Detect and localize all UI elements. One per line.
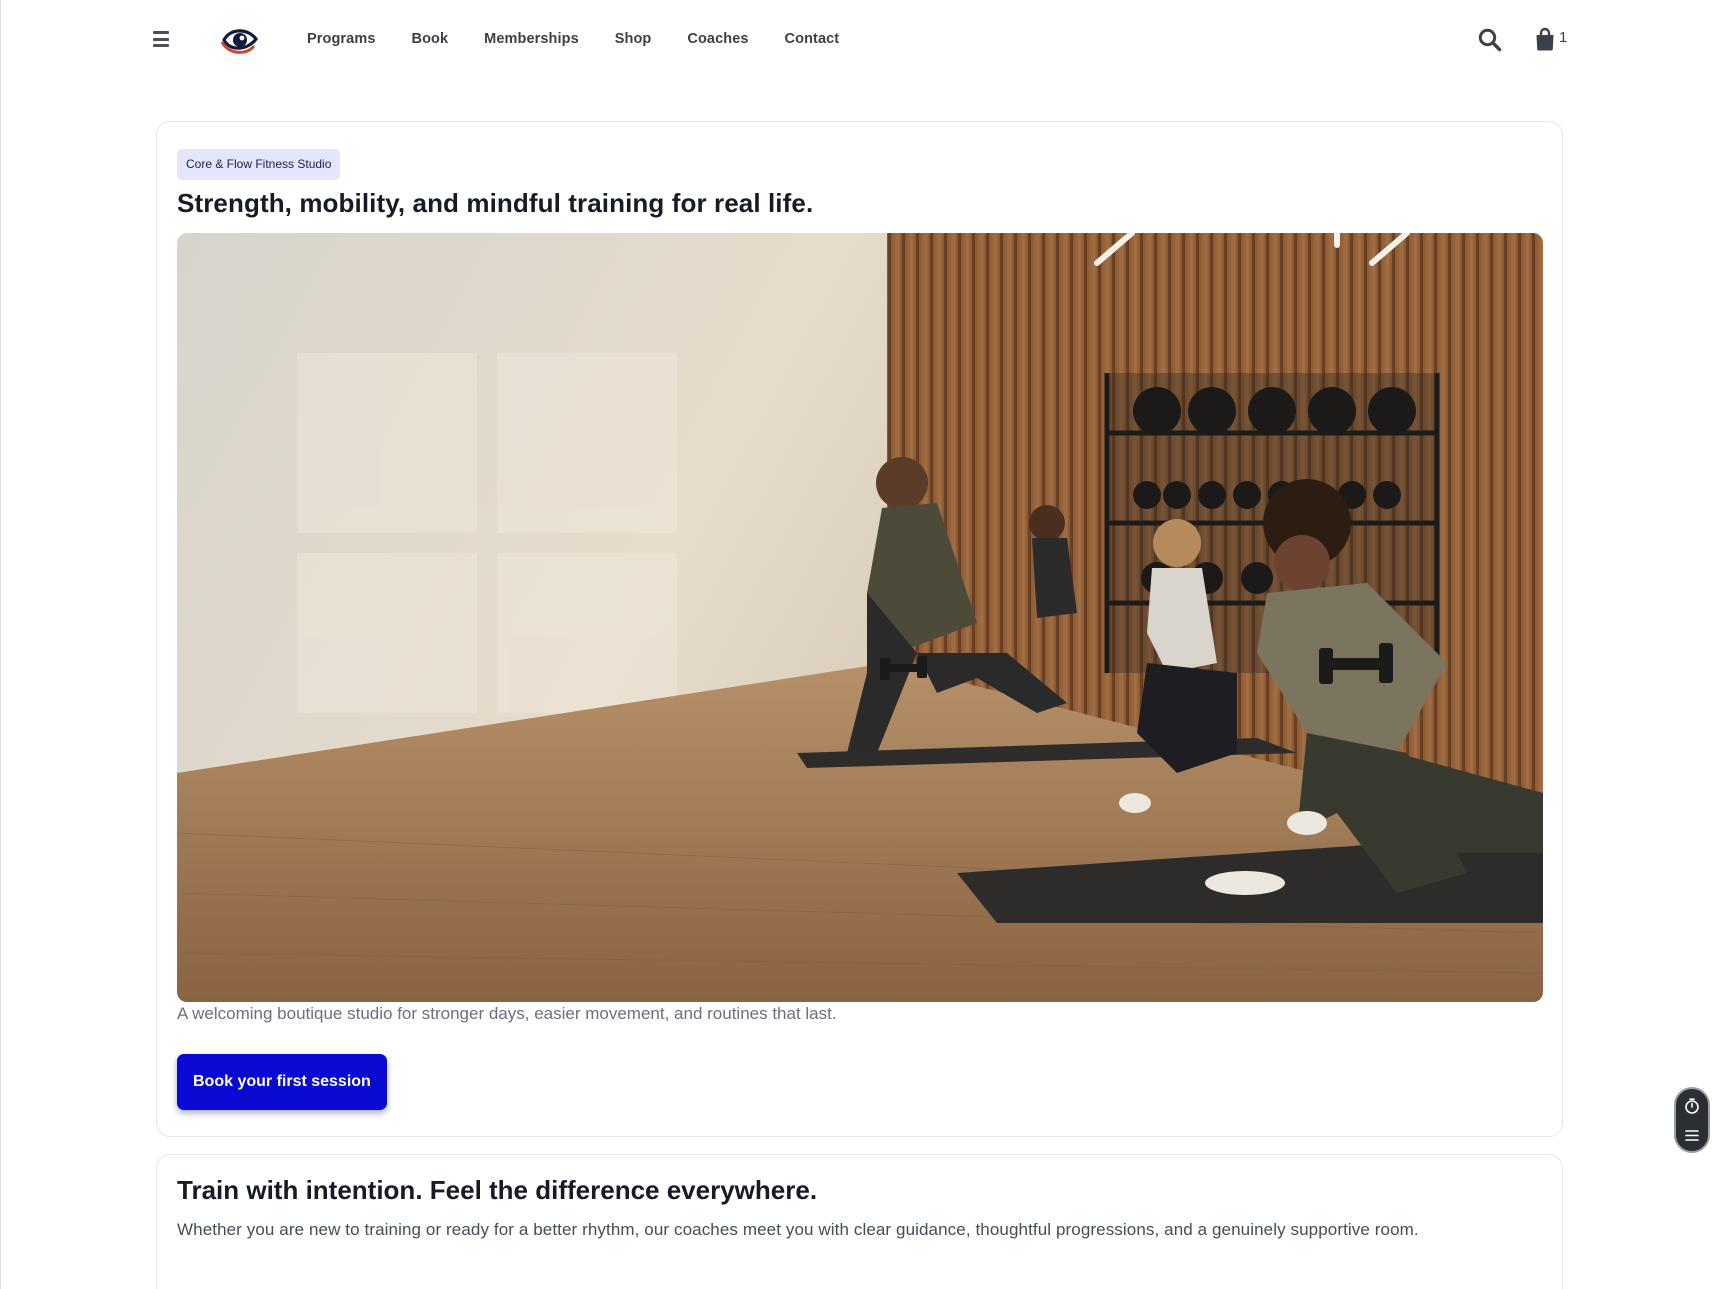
main-nav: Programs Book Memberships Shop Coaches C… bbox=[307, 28, 875, 50]
studio-badge: Core & Flow Fitness Studio bbox=[177, 149, 341, 180]
nav-link-memberships[interactable]: Memberships bbox=[484, 28, 579, 50]
timer-icon[interactable] bbox=[1683, 1097, 1701, 1115]
hero-subtitle: A welcoming boutique studio for stronger… bbox=[177, 1004, 837, 1023]
hero-title: Strength, mobility, and mindful training… bbox=[177, 188, 814, 218]
list-icon[interactable] bbox=[1683, 1126, 1701, 1144]
shopping-bag-icon bbox=[1536, 27, 1554, 51]
nav-link-coaches[interactable]: Coaches bbox=[687, 28, 748, 50]
page-edge-divider bbox=[0, 0, 1, 1289]
site-header: Programs Book Memberships Shop Coaches C… bbox=[0, 0, 1719, 80]
hero-card: Core & Flow Fitness Studio Strength, mob… bbox=[156, 121, 1563, 1137]
intro-title: Train with intention. Feel the differenc… bbox=[177, 1175, 818, 1205]
cart-count-badge: 1 bbox=[1559, 29, 1568, 46]
hamburger-menu-icon[interactable] bbox=[150, 28, 172, 50]
nav-link-contact[interactable]: Contact bbox=[785, 28, 840, 50]
nav-link-book[interactable]: Book bbox=[412, 28, 449, 50]
intro-text: Whether you are new to training or ready… bbox=[177, 1220, 1419, 1239]
nav-link-shop[interactable]: Shop bbox=[615, 28, 652, 50]
floating-tool-widget bbox=[1674, 1087, 1710, 1153]
hero-image bbox=[177, 233, 1543, 1002]
intro-card: Train with intention. Feel the differenc… bbox=[156, 1154, 1563, 1289]
book-first-session-button[interactable]: Book your first session bbox=[177, 1054, 387, 1110]
nav-link-programs[interactable]: Programs bbox=[307, 28, 376, 50]
search-icon[interactable] bbox=[1477, 27, 1503, 53]
cart-button[interactable]: 1 bbox=[1534, 27, 1567, 53]
eye-logo[interactable] bbox=[218, 20, 260, 60]
